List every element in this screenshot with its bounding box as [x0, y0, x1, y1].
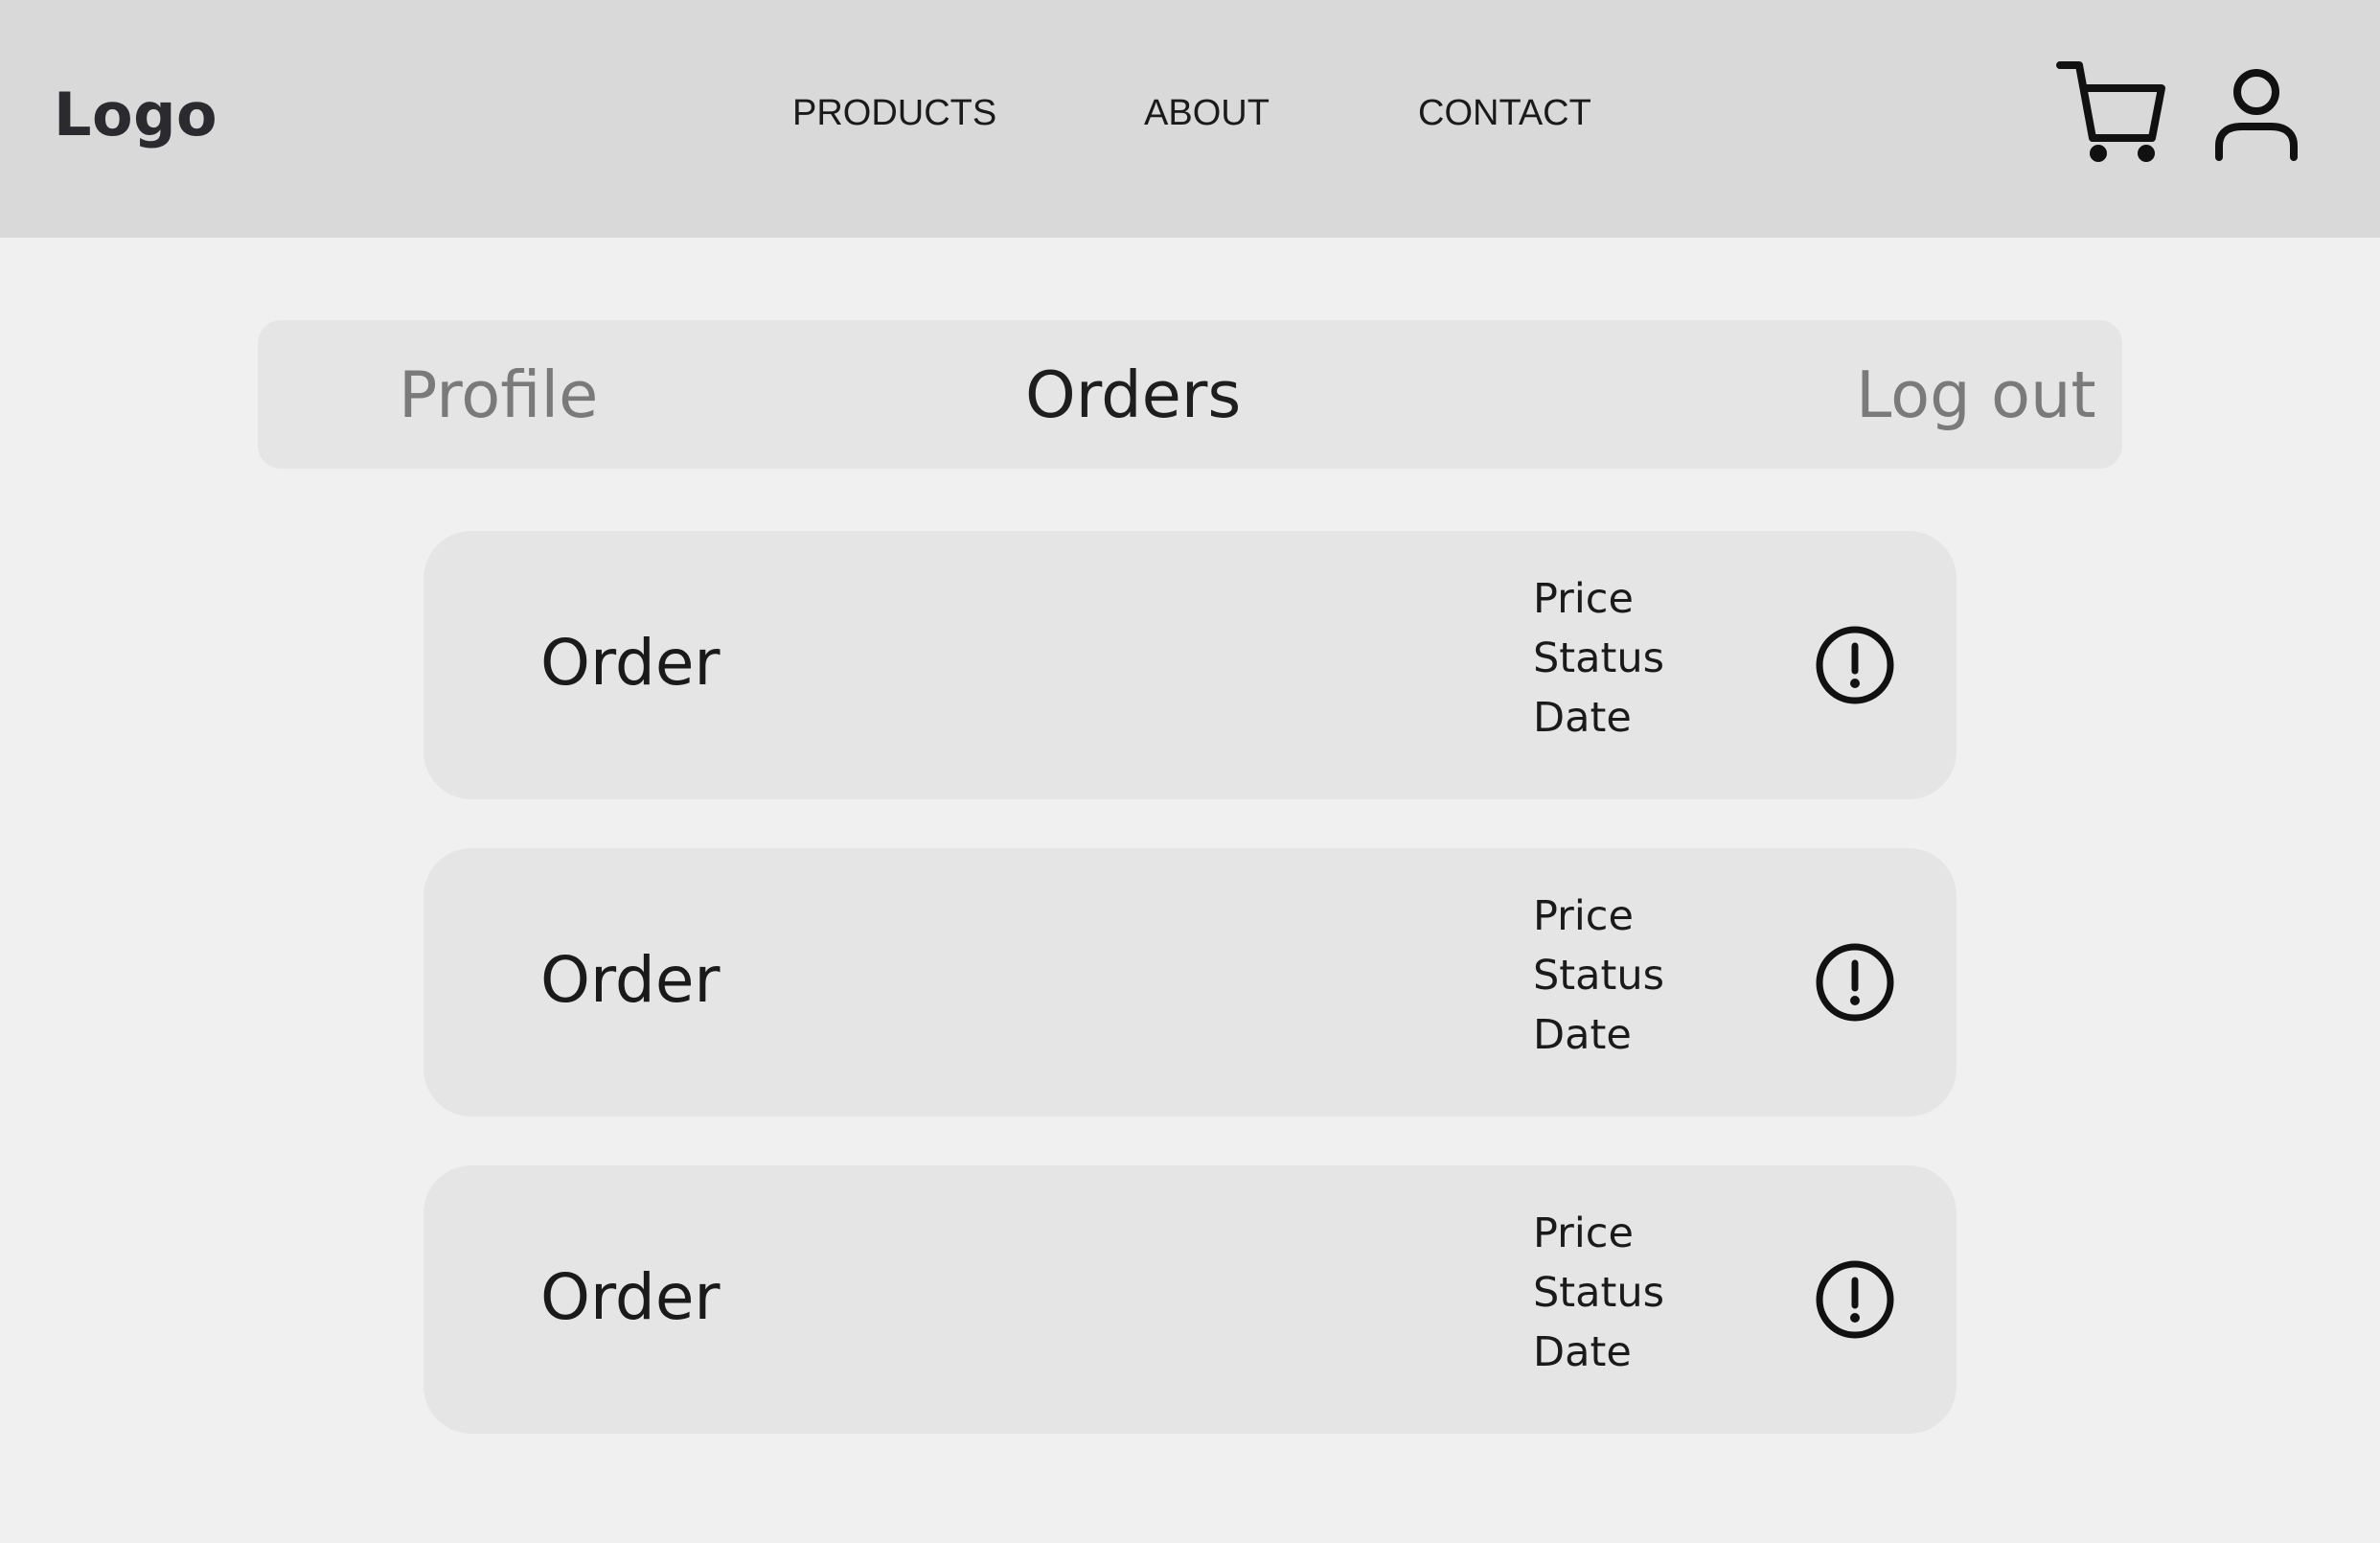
order-date: Date [1533, 694, 1632, 742]
exclamation-circle-icon [1816, 626, 1894, 704]
order-card[interactable]: Order Price Status Date [423, 848, 1957, 1117]
order-info-button[interactable] [1815, 625, 1895, 705]
exclamation-circle-icon [1816, 1260, 1894, 1339]
order-details: Price Status Date [1533, 887, 1664, 1065]
order-status: Status [1533, 1269, 1665, 1317]
order-price: Price [1533, 892, 1634, 940]
order-date: Date [1533, 1011, 1632, 1059]
logo[interactable]: Logo [54, 75, 217, 155]
order-card[interactable]: Order Price Status Date [423, 531, 1957, 799]
top-navigation-bar: Logo PRODUCTS ABOUT CONTACT [0, 0, 2380, 238]
exclamation-circle-icon [1816, 943, 1894, 1022]
order-price: Price [1533, 575, 1634, 623]
account-tabs: Profile Orders Log out [258, 320, 2122, 469]
order-status: Status [1533, 634, 1665, 682]
order-card[interactable]: Order Price Status Date [423, 1165, 1957, 1434]
nav-link-about[interactable]: ABOUT [1144, 92, 1270, 134]
order-status: Status [1533, 952, 1665, 1000]
order-info-button[interactable] [1815, 1259, 1895, 1340]
nav-link-products[interactable]: PRODUCTS [792, 92, 996, 134]
order-title: Order [540, 1260, 721, 1334]
order-details: Price Status Date [1533, 1204, 1664, 1382]
cart-button[interactable] [2056, 58, 2167, 165]
user-account-button[interactable] [2213, 67, 2300, 163]
order-price: Price [1533, 1209, 1634, 1257]
order-details: Price Status Date [1533, 569, 1664, 748]
tab-orders[interactable]: Orders [1025, 357, 1241, 433]
user-icon [2215, 69, 2298, 161]
cart-icon [2056, 61, 2165, 162]
order-date: Date [1533, 1328, 1632, 1376]
nav-link-contact[interactable]: CONTACT [1418, 92, 1591, 134]
tab-log-out[interactable]: Log out [1856, 357, 2096, 433]
tab-profile[interactable]: Profile [399, 357, 598, 433]
order-title: Order [540, 626, 721, 700]
order-title: Order [540, 943, 721, 1017]
order-info-button[interactable] [1815, 942, 1895, 1023]
